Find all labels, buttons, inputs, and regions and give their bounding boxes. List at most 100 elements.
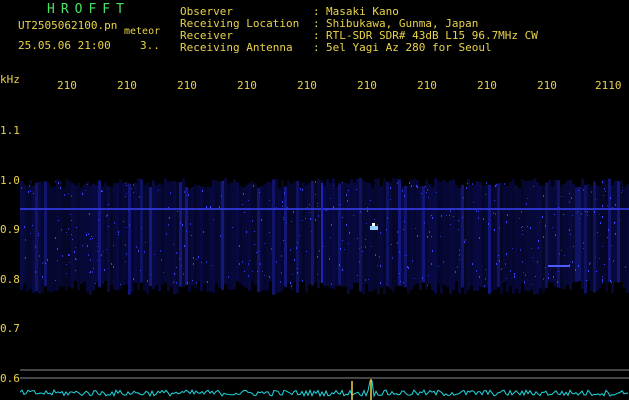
- noise-speck: [426, 192, 427, 193]
- file-name: UT2505062100.pn: [18, 19, 118, 32]
- noise-column: [77, 183, 80, 291]
- noise-speck: [608, 229, 609, 231]
- noise-speck: [242, 261, 243, 263]
- noise-column: [458, 187, 461, 294]
- noise-speck: [404, 255, 405, 256]
- noise-speck: [499, 260, 500, 262]
- noise-speck: [522, 230, 523, 231]
- noise-column: [293, 180, 296, 283]
- noise-column: [209, 186, 212, 292]
- noise-column: [611, 185, 614, 293]
- antenna-colon: :: [313, 41, 320, 54]
- noise-column: [593, 181, 596, 293]
- noise-speck: [60, 187, 61, 189]
- noise-column: [218, 181, 221, 288]
- noise-speck: [311, 231, 312, 232]
- x-tick-label: 2110: [595, 79, 622, 92]
- noise-speck: [615, 233, 616, 235]
- noise-speck: [101, 254, 102, 256]
- noise-speck: [248, 263, 249, 265]
- noise-speck: [548, 277, 549, 279]
- noise-speck: [291, 221, 292, 222]
- noise-speck: [184, 191, 185, 193]
- noise-speck: [545, 225, 546, 227]
- noise-speck: [588, 270, 589, 272]
- noise-speck: [479, 237, 480, 239]
- noise-speck: [281, 255, 282, 257]
- noise-speck: [578, 190, 579, 191]
- noise-column: [23, 184, 26, 284]
- noise-speck: [242, 204, 243, 205]
- noise-speck: [188, 194, 189, 196]
- noise-speck: [253, 185, 254, 187]
- noise-speck: [269, 200, 270, 201]
- noise-speck: [359, 261, 360, 263]
- noise-speck: [106, 215, 107, 217]
- noise-column: [326, 178, 329, 287]
- noise-column: [479, 181, 482, 287]
- noise-column: [530, 180, 533, 290]
- noise-speck: [254, 231, 255, 232]
- noise-speck: [252, 220, 253, 222]
- noise-speck: [315, 219, 316, 221]
- noise-speck: [412, 260, 413, 262]
- noise-column: [257, 187, 260, 293]
- noise-speck: [90, 238, 91, 240]
- noise-speck: [286, 222, 287, 223]
- noise-speck: [359, 248, 360, 249]
- noise-column: [491, 185, 494, 292]
- noise-column: [617, 181, 620, 283]
- noise-speck: [120, 284, 121, 285]
- noise-speck: [307, 207, 308, 208]
- noise-speck: [403, 282, 404, 283]
- noise-column: [185, 186, 188, 286]
- noise-column: [386, 181, 389, 287]
- noise-speck: [494, 200, 495, 201]
- noise-speck: [126, 227, 127, 228]
- x-tick-label: 210: [537, 79, 557, 92]
- noise-speck: [97, 251, 98, 252]
- noise-speck: [306, 251, 307, 252]
- noise-speck: [232, 227, 233, 228]
- noise-speck: [201, 262, 202, 263]
- noise-speck: [417, 186, 418, 188]
- noise-speck: [431, 236, 432, 237]
- noise-speck: [144, 251, 145, 253]
- noise-column: [536, 182, 539, 294]
- noise-speck: [458, 220, 459, 221]
- noise-column: [56, 178, 59, 291]
- noise-speck: [302, 189, 303, 191]
- noise-column: [173, 181, 176, 295]
- noise-speck: [564, 255, 565, 256]
- noise-speck: [380, 282, 381, 284]
- noise-column: [236, 182, 239, 282]
- noise-column: [473, 184, 476, 291]
- noise-speck: [589, 263, 590, 265]
- noise-column: [401, 186, 404, 287]
- noise-column: [527, 180, 530, 292]
- noise-speck: [315, 194, 316, 195]
- noise-speck: [280, 281, 281, 283]
- noise-column: [26, 186, 29, 292]
- noise-speck: [186, 230, 187, 232]
- noise-column: [488, 184, 491, 294]
- noise-speck: [476, 270, 477, 272]
- noise-speck: [106, 249, 107, 250]
- noise-column: [38, 181, 41, 294]
- power-spectrum-trace: [20, 380, 629, 398]
- noise-speck: [558, 271, 559, 272]
- noise-speck: [599, 258, 600, 259]
- noise-speck: [71, 220, 72, 221]
- noise-speck: [68, 254, 69, 256]
- noise-speck: [315, 181, 316, 183]
- noise-speck: [297, 242, 298, 243]
- noise-speck: [104, 269, 105, 271]
- noise-speck: [29, 185, 30, 187]
- noise-speck: [348, 190, 349, 191]
- noise-speck: [43, 262, 44, 263]
- noise-column: [623, 186, 626, 288]
- noise-speck: [514, 276, 515, 278]
- noise-column: [497, 183, 500, 288]
- noise-speck: [495, 185, 496, 187]
- noise-speck: [572, 215, 573, 216]
